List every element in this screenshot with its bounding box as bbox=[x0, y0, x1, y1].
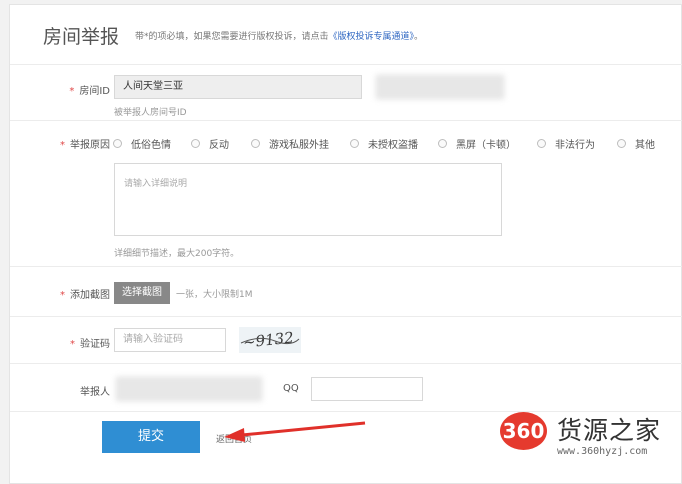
required-mark: * bbox=[69, 86, 75, 97]
radio-icon[interactable] bbox=[350, 138, 359, 148]
reason-option-black-screen[interactable]: 黑屏（卡顿） bbox=[438, 135, 516, 151]
brand-logo: 360 bbox=[500, 412, 547, 450]
captcha-row: * 验证码 请输入验证码 ~9132 bbox=[10, 317, 682, 364]
qq-label: QQ bbox=[283, 383, 299, 394]
copyright-hint: 带*的项必填，如果您需要进行版权投诉，请点击《版权投诉专属通道》。 bbox=[135, 29, 423, 42]
radio-icon[interactable] bbox=[191, 138, 200, 148]
hint-prefix: 带*的项必填，如果您需要进行版权投诉，请点击 bbox=[135, 32, 329, 42]
room-id-hint: 被举报人房间号ID bbox=[114, 108, 187, 118]
reason-option-vulgar[interactable]: 低俗色情 bbox=[113, 135, 171, 151]
qq-input[interactable] bbox=[311, 377, 423, 401]
captcha-graphic: ~9132 bbox=[240, 328, 300, 352]
reporter-label: 举报人 bbox=[80, 387, 110, 398]
reason-option-private-server[interactable]: 游戏私服外挂 bbox=[251, 135, 329, 151]
captcha-label: * 验证码 bbox=[70, 339, 110, 350]
radio-icon[interactable] bbox=[438, 138, 447, 148]
copyright-channel-link[interactable]: 《版权投诉专属通道》 bbox=[329, 32, 415, 42]
room-id-label: * 房间ID bbox=[69, 86, 110, 97]
captcha-image[interactable]: ~9132 bbox=[239, 327, 301, 353]
hint-suffix: 。 bbox=[414, 32, 424, 42]
brand-name: 货源之家 bbox=[557, 416, 662, 445]
reason-detail-textarea[interactable]: 请输入详细说明 bbox=[114, 163, 502, 236]
captcha-input[interactable]: 请输入验证码 bbox=[114, 328, 226, 352]
room-id-row: * 房间ID 人间天堂三亚 被举报人房间号ID bbox=[10, 65, 682, 121]
reason-option-other[interactable]: 其他 bbox=[617, 135, 655, 151]
reason-row: * 举报原因 低俗色情 反动 游戏私服外挂 未授权盗播 黑屏（卡顿） 非法行为 其… bbox=[10, 121, 682, 267]
screenshot-label: * 添加截图 bbox=[60, 290, 110, 301]
reporter-row: 举报人 QQ bbox=[10, 364, 682, 412]
submit-button[interactable]: 提交 bbox=[102, 421, 200, 453]
choose-screenshot-button[interactable]: 选择截图 bbox=[114, 282, 170, 304]
radio-icon[interactable] bbox=[113, 138, 122, 148]
room-name-field[interactable]: 人间天堂三亚 bbox=[114, 75, 362, 99]
radio-icon[interactable] bbox=[537, 138, 546, 148]
reason-option-illegal[interactable]: 非法行为 bbox=[537, 135, 595, 151]
reason-option-reactionary[interactable]: 反动 bbox=[191, 135, 229, 151]
page-title: 房间举报 bbox=[43, 26, 120, 48]
reason-option-piracy[interactable]: 未授权盗播 bbox=[350, 135, 418, 151]
reporter-name-field[interactable] bbox=[116, 377, 262, 401]
reason-radio-group: 低俗色情 反动 游戏私服外挂 未授权盗播 黑屏（卡顿） 非法行为 其他 bbox=[113, 135, 673, 151]
reason-detail-hint: 详细细节描述，最大200字符。 bbox=[114, 249, 240, 259]
form-header: 房间举报 带*的项必填，如果您需要进行版权投诉，请点击《版权投诉专属通道》。 bbox=[10, 5, 682, 65]
radio-icon[interactable] bbox=[617, 138, 626, 148]
radio-icon[interactable] bbox=[251, 138, 260, 148]
brand-url: www.360hyzj.com bbox=[557, 446, 648, 457]
watermark-brand: 360 货源之家 www.360hyzj.com bbox=[500, 408, 682, 466]
annotation-arrow-icon bbox=[224, 421, 366, 442]
reason-label: * 举报原因 bbox=[60, 140, 110, 151]
room-id-field[interactable] bbox=[376, 75, 504, 99]
screenshot-hint: 一张，大小限制1M bbox=[176, 290, 253, 300]
screenshot-row: * 添加截图 选择截图 一张，大小限制1M bbox=[10, 267, 682, 317]
